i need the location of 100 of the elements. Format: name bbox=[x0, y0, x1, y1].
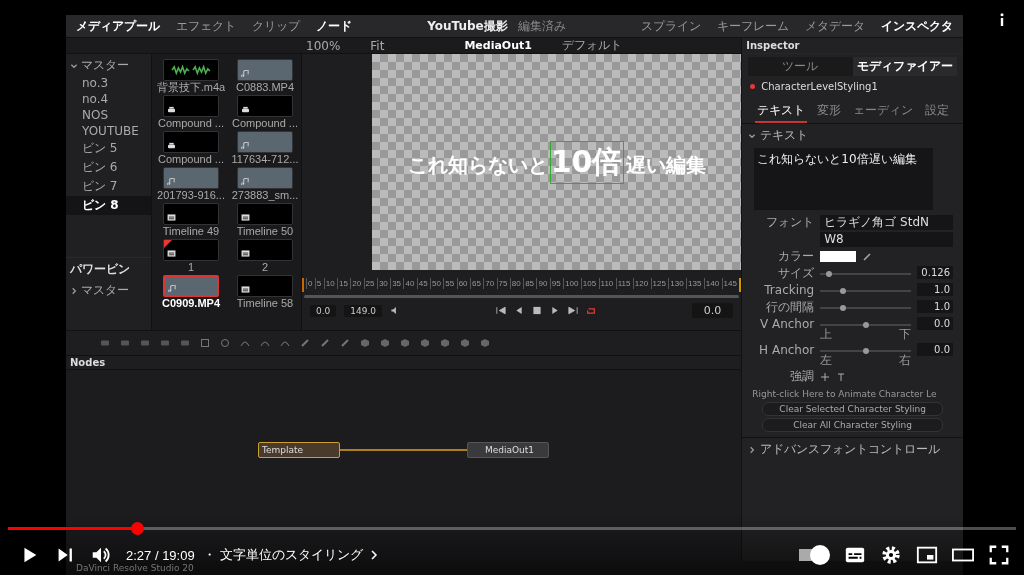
clip-thumbnail[interactable] bbox=[163, 239, 219, 261]
clip-name: C0883.MP4 bbox=[235, 81, 295, 93]
clip-name: Compound ... bbox=[231, 117, 298, 129]
bin-item[interactable]: ビン 6 bbox=[66, 158, 151, 177]
bin-item[interactable]: NOS bbox=[66, 107, 151, 123]
color-swatch[interactable] bbox=[820, 251, 857, 262]
power-bin-item[interactable]: マスター bbox=[81, 282, 129, 299]
chevron-icon[interactable] bbox=[748, 445, 757, 454]
workspace-button[interactable]: スプライン bbox=[641, 17, 701, 35]
chevron-icon[interactable] bbox=[70, 286, 78, 295]
bin-item[interactable]: no.3 bbox=[66, 75, 151, 91]
skip-forward-icon[interactable] bbox=[567, 306, 578, 315]
music-note-icon bbox=[241, 178, 250, 185]
value-field[interactable]: 1.0 bbox=[917, 283, 953, 296]
clip-name: 201793-916... bbox=[157, 189, 225, 201]
clip-thumbnail[interactable] bbox=[163, 131, 219, 153]
workspace-button[interactable]: キーフレーム bbox=[717, 17, 789, 35]
clear-button[interactable]: Clear All Character Styling bbox=[762, 418, 943, 432]
bin-item[interactable]: ビン 5 bbox=[66, 139, 151, 158]
workspace-button[interactable]: メタデータ bbox=[805, 17, 865, 35]
chevron-icon[interactable] bbox=[748, 131, 757, 140]
clip-thumbnail[interactable] bbox=[237, 275, 293, 297]
bin-item[interactable]: ビン 8 bbox=[66, 196, 151, 215]
workspace-button[interactable]: クリップ bbox=[252, 17, 300, 35]
animate-hint[interactable]: Right-click Here to Animate Character Le bbox=[742, 385, 963, 401]
project-title: YouTube撮影 bbox=[427, 17, 508, 35]
text-icon[interactable] bbox=[836, 372, 847, 382]
tab[interactable]: モディファイアー bbox=[852, 57, 957, 76]
node[interactable]: Template bbox=[258, 442, 340, 458]
value-field[interactable]: 0.0 bbox=[917, 317, 953, 330]
value-field[interactable]: 0.0 bbox=[917, 343, 953, 356]
stop-icon[interactable] bbox=[531, 306, 542, 315]
node[interactable]: MediaOut1 bbox=[467, 442, 549, 458]
video-thumbnail[interactable] bbox=[237, 131, 293, 153]
section-header[interactable]: テキスト bbox=[760, 127, 809, 144]
time-ruler[interactable]: 0 5 10 15 20 25 30 35 40 45 50 55 60 65 70 75 80 85 90 95 100 105 110 115 120 125 130 135 140 145 bbox=[302, 278, 742, 292]
start-time-field[interactable]: 0.0 bbox=[310, 304, 337, 317]
plus-icon[interactable] bbox=[820, 372, 831, 382]
video-thumbnail[interactable] bbox=[163, 167, 219, 189]
ruler-tick-label: 130 bbox=[668, 278, 684, 289]
loop-icon[interactable] bbox=[585, 306, 596, 315]
play-icon[interactable] bbox=[549, 306, 560, 315]
clip-thumbnail[interactable] bbox=[163, 95, 219, 117]
tab[interactable]: ェーディン bbox=[850, 94, 915, 123]
settings-icon[interactable] bbox=[880, 544, 902, 566]
clear-button[interactable]: Clear Selected Character Styling bbox=[762, 402, 943, 416]
bin-item[interactable]: マスター bbox=[81, 57, 129, 74]
ruler-tick-label: 140 bbox=[703, 278, 720, 289]
value-field[interactable]: 1.0 bbox=[917, 300, 953, 313]
audio-thumbnail[interactable] bbox=[163, 59, 219, 81]
step-back-icon[interactable] bbox=[513, 306, 524, 315]
ruler-tick-label: 15 bbox=[337, 278, 348, 289]
miniplayer-icon[interactable] bbox=[916, 544, 938, 566]
field-label: V Anchor bbox=[758, 317, 815, 332]
tab[interactable]: テキスト bbox=[754, 94, 807, 123]
video-thumbnail[interactable] bbox=[237, 167, 293, 189]
workspace-button[interactable]: ノード bbox=[316, 17, 352, 35]
video-thumbnail[interactable] bbox=[163, 275, 219, 297]
workspace-button[interactable]: エフェクト bbox=[176, 17, 236, 35]
end-time-field[interactable]: 149.0 bbox=[344, 304, 383, 317]
workspace-button[interactable]: メディアプール bbox=[76, 17, 160, 35]
ruler-tick-label: 65 bbox=[469, 278, 481, 289]
current-time-field[interactable]: 0.0 bbox=[691, 303, 734, 318]
clip-thumbnail[interactable] bbox=[237, 239, 293, 261]
ruler-tick-label: 145 bbox=[721, 278, 737, 289]
skip-back-icon[interactable] bbox=[495, 306, 506, 315]
square-icon[interactable] bbox=[200, 338, 210, 348]
style-dropdown[interactable]: W8 bbox=[820, 232, 953, 247]
tab[interactable]: 変形 bbox=[814, 94, 843, 123]
wave-icon[interactable] bbox=[280, 338, 290, 348]
bin-item[interactable]: YOUTUBE bbox=[66, 123, 151, 139]
chevron-right-icon[interactable] bbox=[368, 550, 379, 560]
chapter-link[interactable]: ・ 文字単位のスタイリング bbox=[202, 546, 363, 564]
font-dropdown[interactable]: ヒラギノ角ゴ StdN bbox=[820, 215, 953, 230]
timeline-icon bbox=[241, 286, 250, 293]
bin-item[interactable]: ビン 7 bbox=[66, 177, 151, 196]
video-thumbnail[interactable] bbox=[237, 59, 293, 81]
circle-icon[interactable] bbox=[220, 338, 230, 348]
bin-item[interactable]: no.4 bbox=[66, 91, 151, 107]
text-field[interactable]: これ知らないと10倍遅い編集 bbox=[754, 148, 933, 210]
value-field[interactable]: 0.126 bbox=[917, 266, 953, 279]
ruler-tick-label: 60 bbox=[456, 278, 468, 289]
section-header[interactable]: アドバンスフォントコントロール bbox=[760, 441, 941, 458]
clip-thumbnail[interactable] bbox=[237, 95, 293, 117]
tab[interactable]: 設定 bbox=[922, 94, 951, 123]
zoom-dropdown[interactable]: 100% bbox=[306, 38, 341, 53]
eyedropper-icon[interactable] bbox=[862, 252, 873, 262]
view-dropdown[interactable]: デフォルト bbox=[561, 37, 622, 54]
music-note-icon bbox=[167, 178, 176, 185]
tab[interactable]: ツール bbox=[748, 57, 853, 76]
workspace-button[interactable]: インスペクタ bbox=[881, 17, 953, 35]
fit-dropdown[interactable]: Fit bbox=[370, 38, 385, 53]
app-name: DaVinci Resolve Studio 20 bbox=[76, 563, 194, 573]
chevron-icon[interactable] bbox=[70, 61, 78, 70]
fullscreen-icon[interactable] bbox=[988, 544, 1010, 566]
panel-title: Nodes bbox=[70, 357, 106, 368]
ruler-tick-label: 0 bbox=[306, 278, 313, 289]
ruler-tick-label: 20 bbox=[350, 278, 362, 289]
clip-thumbnail[interactable] bbox=[163, 203, 219, 225]
clip-thumbnail[interactable] bbox=[237, 203, 293, 225]
